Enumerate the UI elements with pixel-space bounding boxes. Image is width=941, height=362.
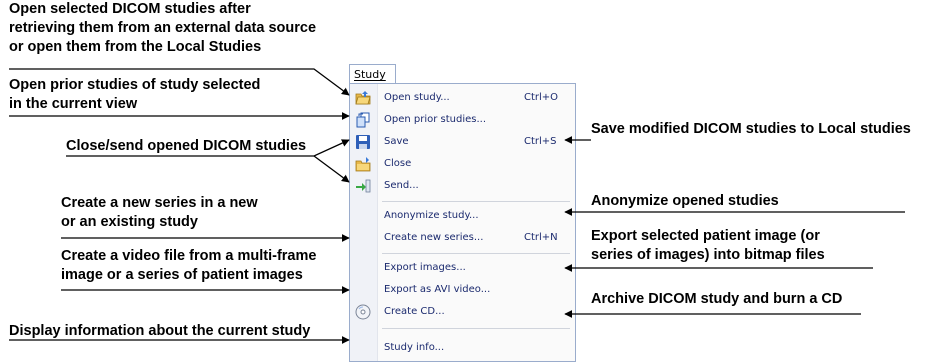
callout-close-send [66, 139, 350, 157]
callout-open-selected [9, 68, 350, 96]
callout-lines [9, 68, 905, 344]
callout-send [313, 155, 350, 183]
